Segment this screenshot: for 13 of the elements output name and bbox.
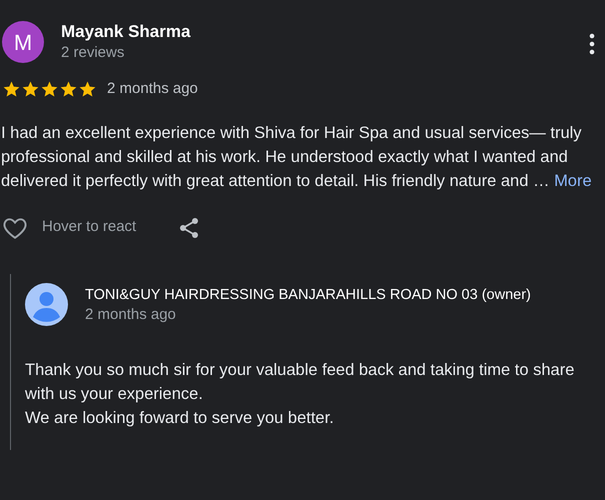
avatar: M xyxy=(2,21,44,63)
more-options-icon[interactable] xyxy=(589,33,595,55)
more-link[interactable]: More xyxy=(554,172,592,190)
review-time: 2 months ago xyxy=(107,79,198,99)
reply-text: We are looking foward to serve you better. xyxy=(25,408,335,428)
author-name[interactable]: Mayank Sharma xyxy=(61,21,190,43)
reply-text: Thank you so much sir for your valuable feed back and taking time to share with us your experience. xyxy=(25,360,576,404)
owner-avatar-icon xyxy=(25,282,68,326)
react-label: Hover to react xyxy=(42,217,136,238)
review-text: I had an excellent experience with Shiva for Hair Spa and usual services— truly professional and skilled at his work. He understood exactly what I wanted and delivered it perfectly with great attention to detail. His friendly nature and … More xyxy=(0,122,593,192)
reply-time: 2 months ago xyxy=(85,304,177,324)
owner-name: TONI&GUY HAIRDRESSING BANJARAHILLS ROAD NO 03 (owner) xyxy=(85,286,531,304)
review-count: 2 reviews xyxy=(61,43,126,63)
